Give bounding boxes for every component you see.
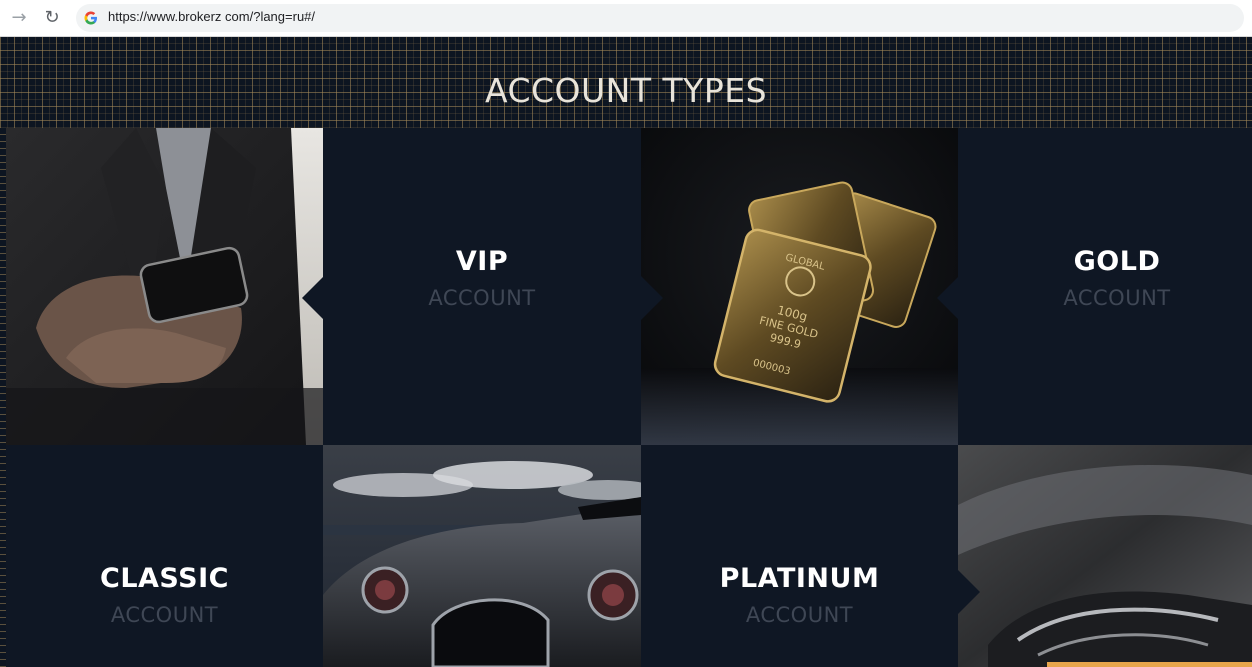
gold-bars-image: GLOBAL 100g FINE GOLD 999.9 000003	[641, 128, 958, 445]
account-type-label: GOLD	[1073, 246, 1161, 277]
notch-arrow	[641, 276, 663, 320]
account-sub-label: ACCOUNT	[110, 603, 219, 627]
notch-arrow	[937, 276, 958, 320]
account-types-section: ACCOUNT TYPES VIP ACCOUNT GLOBAL 100g FI…	[0, 37, 1252, 667]
notch-arrow	[958, 570, 980, 614]
platinum-account-card[interactable]: PLATINUM ACCOUNT	[641, 445, 958, 667]
vip-account-card[interactable]: VIP ACCOUNT	[323, 128, 641, 445]
classic-car-image	[323, 445, 641, 667]
browser-toolbar: → ↻ https://www.brokerz com/?lang=ru#/	[0, 0, 1252, 37]
account-sub-label: ACCOUNT	[745, 603, 854, 627]
google-g-icon	[84, 11, 97, 25]
account-grid: VIP ACCOUNT GLOBAL 100g FINE GOLD 999.9 …	[6, 128, 1252, 667]
account-type-label: CLASSIC	[100, 563, 229, 594]
classic-account-card[interactable]: CLASSIC ACCOUNT	[6, 445, 323, 667]
page-title: ACCOUNT TYPES	[484, 71, 768, 111]
back-arrow-icon[interactable]: →	[8, 7, 30, 29]
man-with-phone-image	[6, 128, 323, 445]
url-text: https://www.brokerz com/?lang=ru#/	[108, 9, 316, 24]
account-sub-label: ACCOUNT	[1063, 286, 1171, 310]
gold-account-card[interactable]: GOLD ACCOUNT	[958, 128, 1252, 445]
account-type-label: PLATINUM	[719, 563, 880, 594]
reload-icon[interactable]: ↻	[41, 7, 63, 29]
address-bar[interactable]: https://www.brokerz com/?lang=ru#/	[76, 4, 1244, 32]
notch-arrow	[302, 276, 323, 320]
account-sub-label: ACCOUNT	[428, 286, 536, 310]
platinum-car-detail-image	[958, 445, 1252, 667]
accent-bar	[1047, 662, 1252, 667]
account-type-label: VIP	[455, 246, 509, 277]
